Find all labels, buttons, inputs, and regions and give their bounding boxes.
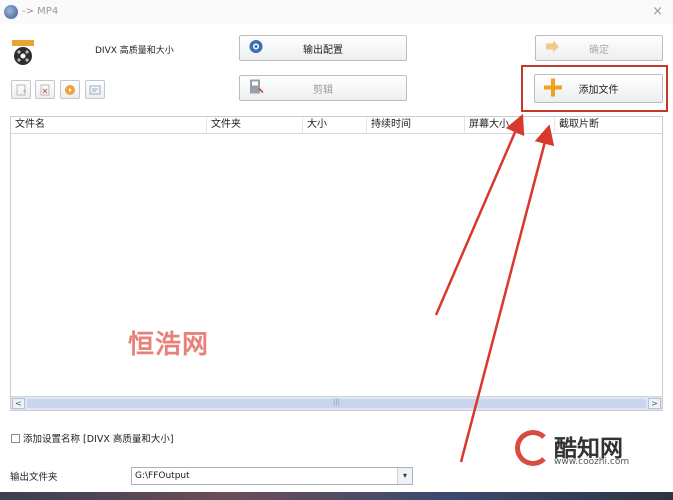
file-table[interactable]: 文件名 文件夹 大小 持续时间 屏幕大小 截取片断 < ||| > [10, 116, 663, 411]
arrow-right-icon [544, 39, 560, 58]
column-duration[interactable]: 持续时间 [367, 117, 465, 134]
column-clip-segment[interactable]: 截取片断 [555, 117, 664, 134]
ok-button[interactable]: 确定 [535, 35, 663, 61]
clip-label: 剪辑 [313, 84, 333, 96]
coozhi-logo-icon [515, 430, 551, 466]
coozhi-logo-url: www.coozhi.com [554, 457, 630, 467]
chevron-down-icon[interactable]: ▾ [397, 468, 412, 484]
film-reel-icon [10, 38, 36, 66]
taskbar-strip [0, 492, 673, 500]
gear-icon [248, 39, 264, 58]
clip-button[interactable]: 剪辑 [239, 75, 407, 101]
column-folder[interactable]: 文件夹 [207, 117, 303, 134]
app-icon [4, 5, 18, 19]
horizontal-scrollbar[interactable]: < ||| > [11, 396, 662, 410]
window-title: -> MP4 [22, 6, 59, 17]
output-config-button[interactable]: 输出配置 [239, 35, 407, 61]
scroll-thumb[interactable]: ||| [27, 398, 646, 408]
add-setting-name-row[interactable]: 添加设置名称 [DIVX 高质量和大小] [11, 431, 174, 445]
column-size[interactable]: 大小 [303, 117, 367, 134]
film-clip-icon [248, 79, 264, 98]
output-folder-label: 输出文件夹 [10, 472, 58, 483]
center-watermark: 恒浩网 [128, 330, 210, 360]
scroll-right-icon[interactable]: > [648, 398, 661, 409]
output-config-label: 输出配置 [303, 44, 343, 56]
column-screen-size[interactable]: 屏幕大小 [465, 117, 555, 134]
close-icon[interactable]: × [652, 4, 663, 19]
ok-label: 确定 [589, 44, 609, 56]
column-filename[interactable]: 文件名 [11, 117, 207, 134]
remove-item-icon[interactable] [35, 80, 55, 99]
highlight-box [521, 65, 668, 112]
preset-label: DIVX 高质量和大小 [95, 46, 174, 56]
add-setting-name-label: 添加设置名称 [DIVX 高质量和大小] [23, 434, 174, 445]
output-folder-value: G:\FFOutput [135, 471, 190, 481]
coozhi-logo-watermark: 酷知网 www.coozhi.com [509, 425, 669, 487]
title-bar: -> MP4 × [0, 0, 673, 24]
add-setting-name-checkbox[interactable] [11, 433, 20, 443]
info-icon[interactable] [85, 80, 105, 99]
output-folder-select[interactable]: G:\FFOutput ▾ [131, 467, 413, 485]
table-header: 文件名 文件夹 大小 持续时间 屏幕大小 截取片断 [11, 117, 662, 134]
scroll-grip: ||| [332, 398, 341, 406]
scroll-left-icon[interactable]: < [12, 398, 25, 409]
play-icon[interactable] [60, 80, 80, 99]
add-item-icon[interactable] [11, 80, 31, 99]
